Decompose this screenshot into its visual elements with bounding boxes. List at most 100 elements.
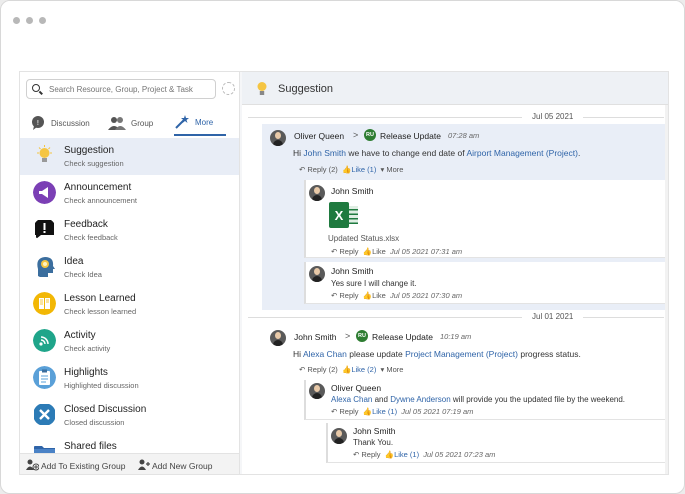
bulb-icon [257,82,267,95]
sidebar-item-feedback[interactable]: Feedback Check feedback [20,212,239,249]
message-part: . [577,148,581,158]
close-box-icon [34,404,55,425]
reply-button[interactable]: ↶ Reply [331,247,359,256]
folder-icon [34,446,55,453]
sidebar-footer: Add To Existing Group Add New Group [20,453,239,474]
menu-title: Suggestion [64,145,115,156]
like-button[interactable]: 👍Like [363,291,386,300]
like-label: Like (1) [351,165,377,174]
reply-button[interactable]: ↶ Reply (2) [299,365,338,374]
like-button[interactable]: 👍Like (1) [363,407,397,416]
search-options-icon[interactable] [222,82,235,95]
add-new-group-button[interactable]: Add New Group [152,461,212,471]
menu-subtitle: Check lesson learned [64,307,137,316]
activity-icon [33,329,56,352]
channel-badge: RU [356,330,368,342]
reply-time: Jul 05 2021 07:31 am [390,247,463,256]
window-dot-close[interactable] [13,17,20,24]
like-label: Like (1) [394,450,420,459]
menu-title: Highlights [64,367,108,378]
author-name[interactable]: John Smith [294,332,337,342]
project-link[interactable]: Airport Management (Project) [466,148,578,158]
idea-head-icon [37,257,55,277]
more-button[interactable]: ▾ More [381,365,404,374]
divider [248,117,664,118]
page-title: Suggestion [278,83,334,95]
main-panel: Suggestion Jul 05 2021 Oliver Queen > RU… [242,72,668,474]
author-name[interactable]: Oliver Queen [331,383,381,393]
author-name[interactable]: John Smith [353,426,396,436]
menu-title: Feedback [64,219,108,230]
divider [248,317,664,318]
search-box[interactable] [26,79,216,99]
group-add-icon [26,459,39,471]
like-button[interactable]: 👍Like (2) [342,365,376,374]
window-dot-maximize[interactable] [39,17,46,24]
menu-subtitle: Check activity [64,344,111,353]
message-part: will provide you the updated file by the… [452,395,626,404]
mention-link[interactable]: Alexa Chan [303,349,347,359]
scrollbar[interactable] [665,105,668,474]
search-input[interactable] [49,83,213,96]
thread: John Smith > RU Release Update 10:19 am … [262,326,668,466]
project-link[interactable]: Project Management (Project) [405,349,518,359]
tab-label: More [195,117,214,127]
file-name[interactable]: Updated Status.xlsx [328,234,399,243]
add-to-existing-group-button[interactable]: Add To Existing Group [41,461,125,471]
avatar [270,130,286,146]
sidebar-item-shared-files[interactable]: Shared files [20,434,239,453]
thread-actions: ↶ Reply (2) 👍Like (1) ▾ More [299,165,403,174]
tab-more[interactable]: More [174,110,226,136]
mention-link[interactable]: Alexa Chan [331,395,372,404]
tab-discussion[interactable]: ! Discussion [30,110,94,136]
date-label: Jul 01 2021 [522,312,584,321]
author-name[interactable]: Oliver Queen [294,131,344,141]
author-name[interactable]: John Smith [331,266,374,276]
sidebar-item-activity[interactable]: Activity Check activity [20,323,239,360]
like-button[interactable]: 👍Like (1) [385,450,419,459]
reply-text: Thank You. [353,438,394,447]
chevron-right-icon: > [345,331,351,341]
sidebar-item-announcement[interactable]: Announcement Check announcement [20,175,239,212]
reply-button[interactable]: ↶ Reply [353,450,381,459]
excel-sheet-icon [349,206,358,224]
menu-title: Lesson Learned [64,293,136,304]
window-dot-minimize[interactable] [26,17,33,24]
mention-link[interactable]: Dywne Anderson [390,395,450,404]
mention-link[interactable]: John Smith [303,148,346,158]
like-label: Like (1) [372,407,398,416]
tab-label: Group [131,118,154,128]
feedback-icon [35,220,54,239]
message-part: Hi [293,148,302,158]
like-button[interactable]: 👍Like [363,247,386,256]
sidebar-item-closed-discussion[interactable]: Closed Discussion Closed discussion [20,397,239,434]
more-button[interactable]: ▾ More [381,165,404,174]
reply-text: Yes sure I will change it. [331,279,417,288]
sidebar-item-lesson-learned[interactable]: Lesson Learned Check lesson learned [20,286,239,323]
megaphone-icon [33,181,56,204]
like-button[interactable]: 👍Like (1) [342,165,376,174]
reply-time: Jul 05 2021 07:23 am [423,450,496,459]
channel-name[interactable]: Release Update [372,332,433,342]
sidebar-item-idea[interactable]: Idea Check Idea [20,249,239,286]
clipboard-icon [33,366,56,389]
message-part: progress status. [520,349,581,359]
excel-file-icon[interactable]: X [329,202,349,228]
reply-label: Reply (2) [307,165,338,174]
thread: Oliver Queen > RU Release Update 07:28 a… [262,124,668,310]
menu-subtitle: Closed discussion [64,418,125,427]
reply-text: Alexa Chan and Dywne Anderson will provi… [331,395,625,404]
reply-button[interactable]: ↶ Reply [331,291,359,300]
reply-label: Reply [339,247,359,256]
author-name[interactable]: John Smith [331,186,374,196]
sidebar-item-highlights[interactable]: Highlights Highlighted discussion [20,360,239,397]
reply-item: Oliver Queen Alexa Chan and Dywne Anders… [304,380,668,420]
avatar [309,266,325,282]
like-label: Like [372,291,386,300]
channel-name[interactable]: Release Update [380,131,441,141]
tab-group[interactable]: Group [108,110,168,136]
reply-button[interactable]: ↶ Reply [331,407,359,416]
reply-button[interactable]: ↶ Reply (2) [299,165,338,174]
sidebar-item-suggestion[interactable]: Suggestion Check suggestion [20,138,239,175]
avatar [331,428,347,444]
